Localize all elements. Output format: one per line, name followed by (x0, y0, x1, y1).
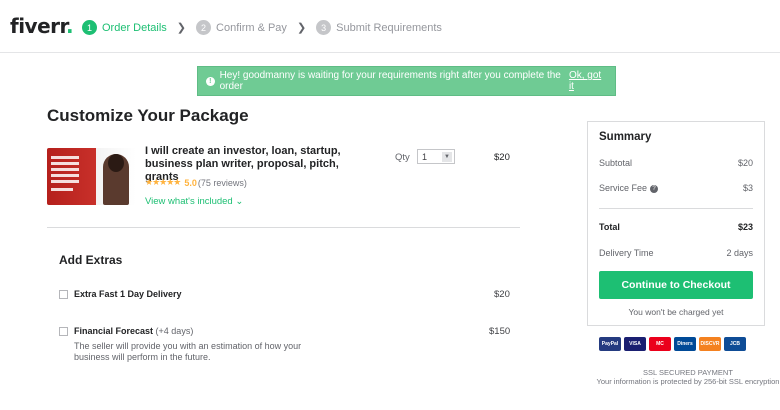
payment-methods: PayPal VISA MC Diners DISCVR JCB (599, 337, 746, 351)
star-rating-icon: ★★★★★ (145, 177, 181, 187)
help-icon[interactable]: ? (650, 184, 659, 193)
total-row: Total $23 (599, 222, 753, 232)
extra-item-description: The seller will provide you with an esti… (74, 341, 302, 362)
continue-to-checkout-button[interactable]: Continue to Checkout (599, 271, 753, 299)
extra-item-days: (+4 days) (155, 326, 194, 336)
thumbnail-decoration (51, 168, 79, 171)
subtotal-row: Subtotal $20 (599, 158, 753, 168)
logo-text: fiverr (10, 14, 67, 38)
quantity-value: 1 (422, 151, 428, 162)
step-order-details[interactable]: 1 Order Details (82, 20, 167, 35)
extra-item-label: Extra Fast 1 Day Delivery (74, 289, 182, 299)
extra-item-label: Financial Forecast (+4 days) (74, 326, 193, 336)
chevron-down-icon: ▼ (442, 152, 452, 162)
total-label: Total (599, 222, 620, 232)
discover-icon: DISCVR (699, 337, 721, 351)
fiverr-logo[interactable]: fiverr. (10, 14, 74, 38)
step-submit-requirements[interactable]: 3 Submit Requirements (316, 20, 442, 35)
extras-title: Add Extras (59, 253, 123, 267)
thumbnail-decoration (51, 156, 79, 159)
info-icon: ! (206, 76, 215, 86)
no-charge-note: You won't be charged yet (628, 307, 724, 317)
view-included-label: View what's included (145, 196, 233, 207)
quantity-select[interactable]: 1 ▼ (417, 149, 455, 164)
gig-price: $20 (494, 152, 510, 163)
extra-fast-delivery-checkbox[interactable] (59, 290, 68, 299)
thumbnail-head (108, 154, 124, 172)
step-label: Submit Requirements (336, 21, 442, 34)
extra-item-title: Extra Fast 1 Day Delivery (74, 289, 182, 299)
extra-item-price: $150 (489, 326, 511, 337)
thumbnail-decoration (51, 174, 79, 177)
page-title: Customize Your Package (47, 106, 249, 125)
delivery-time-row: Delivery Time 2 days (599, 248, 753, 258)
logo-dot: . (66, 14, 74, 38)
step-label: Order Details (102, 21, 167, 34)
delivery-label: Delivery Time (599, 248, 654, 258)
step-number: 1 (82, 20, 97, 35)
review-count: (75 reviews) (197, 177, 247, 188)
summary-divider (599, 208, 753, 209)
requirements-notice: ! Hey! goodmanny is waiting for your req… (197, 66, 616, 96)
chevron-right-icon: ❯ (176, 22, 187, 34)
chevron-down-icon: ⌄ (232, 196, 244, 207)
step-label: Confirm & Pay (216, 21, 287, 34)
ssl-text: Your information is protected by 256-bit… (596, 377, 780, 386)
service-fee-label: Service Fee (599, 183, 648, 193)
subtotal-label: Subtotal (599, 158, 633, 168)
rating-score: 5.0 (184, 177, 197, 188)
thumbnail-decoration (51, 188, 73, 191)
service-fee-value: $3 (742, 183, 753, 193)
financial-forecast-checkbox[interactable] (59, 327, 68, 336)
chevron-right-icon: ❯ (296, 22, 307, 34)
step-number: 2 (196, 20, 212, 35)
service-fee-row: Service Fee? $3 (599, 183, 753, 193)
step-confirm-pay[interactable]: 2 Confirm & Pay (196, 20, 287, 35)
ssl-notice: SSL SECURED PAYMENT Your information is … (588, 368, 780, 386)
subtotal-value: $20 (737, 158, 753, 168)
delivery-value: 2 days (726, 248, 753, 258)
order-summary: Summary Subtotal $20 Service Fee? $3 Tot… (587, 121, 765, 326)
gig-rating: ★★★★★ 5.0 (75 reviews) (145, 177, 247, 188)
top-header: fiverr. 1 Order Details ❯ 2 Confirm & Pa… (0, 0, 780, 53)
paypal-icon: PayPal (599, 337, 621, 351)
notice-dismiss-link[interactable]: Ok, got it (569, 70, 607, 92)
total-value: $23 (737, 222, 753, 232)
gig-thumbnail[interactable] (47, 148, 136, 205)
section-divider (47, 227, 520, 228)
notice-text: Hey! goodmanny is waiting for your requi… (219, 70, 561, 92)
thumbnail-decoration (51, 180, 79, 183)
extra-item-price: $20 (494, 289, 510, 300)
visa-icon: VISA (624, 337, 646, 351)
qty-label: Qty (395, 152, 410, 163)
diners-club-icon: Diners (674, 337, 696, 351)
thumbnail-decoration (51, 162, 79, 165)
ssl-title: SSL SECURED PAYMENT (643, 368, 733, 377)
step-number: 3 (316, 20, 332, 35)
view-included-link[interactable]: View what's included ⌄ (145, 196, 243, 207)
checkout-steps: 1 Order Details ❯ 2 Confirm & Pay ❯ 3 Su… (82, 20, 442, 35)
summary-title: Summary (599, 131, 652, 143)
mastercard-icon: MC (649, 337, 671, 351)
jcb-icon: JCB (724, 337, 746, 351)
extra-item-title: Financial Forecast (74, 326, 154, 336)
